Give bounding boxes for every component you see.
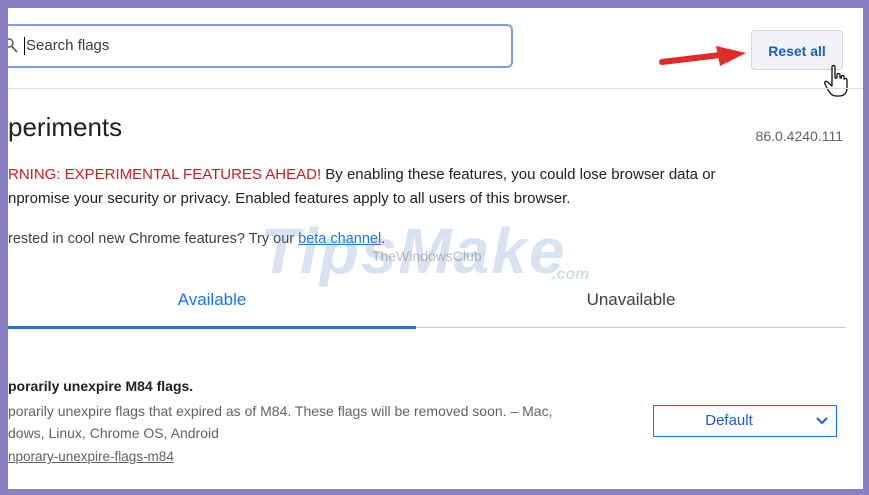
flag-description: porarily unexpire flags that expired as …	[8, 400, 636, 444]
warning-text-line1: By enabling these features, you could lo…	[321, 166, 716, 183]
tab-available[interactable]: Available	[8, 290, 416, 310]
text-caret	[24, 37, 25, 56]
red-arrow-icon	[659, 46, 746, 66]
beta-promo-text: rested in cool new Chrome features? Try …	[8, 231, 299, 247]
flag-description-line2: dows, Linux, Chrome OS, Android	[8, 425, 219, 441]
search-box[interactable]: Search flags	[8, 24, 513, 68]
beta-channel-link[interactable]: beta channel	[298, 231, 381, 247]
app-window: Search flags Reset all periments 86.0.42…	[0, 0, 869, 495]
flag-description-line1: porarily unexpire flags that expired as …	[8, 403, 553, 419]
flag-title: porarily unexpire M84 flags.	[8, 378, 194, 394]
active-tab-indicator	[8, 326, 416, 329]
flag-state-select[interactable]: Default	[653, 405, 837, 437]
tab-unavailable[interactable]: Unavailable	[416, 290, 846, 310]
beta-promo: rested in cool new Chrome features? Try …	[8, 231, 385, 247]
hand-cursor-icon	[824, 64, 848, 97]
header-divider	[8, 88, 863, 89]
watermark-logo: TipsMake	[260, 215, 567, 287]
watermark-domain: .com	[552, 266, 590, 283]
select-value: Default	[705, 412, 753, 429]
chevron-down-icon	[816, 417, 828, 425]
search-icon	[8, 38, 18, 53]
warning-text-line2: npromise your security or privacy. Enabl…	[8, 190, 571, 207]
page-title: periments	[8, 112, 123, 142]
warning-message: RNING: EXPERIMENTAL FEATURES AHEAD! By e…	[8, 163, 828, 211]
warning-heading: RNING: EXPERIMENTAL FEATURES AHEAD!	[8, 166, 322, 183]
version-label: 86.0.4240.111	[755, 128, 843, 144]
search-input[interactable]: Search flags	[24, 26, 109, 66]
flag-anchor-link[interactable]: nporary-unexpire-flags-m84	[8, 449, 174, 464]
search-placeholder: Search flags	[26, 37, 110, 54]
beta-promo-end: .	[381, 231, 386, 247]
watermark-secondary: TheWindowsClub	[372, 248, 482, 264]
